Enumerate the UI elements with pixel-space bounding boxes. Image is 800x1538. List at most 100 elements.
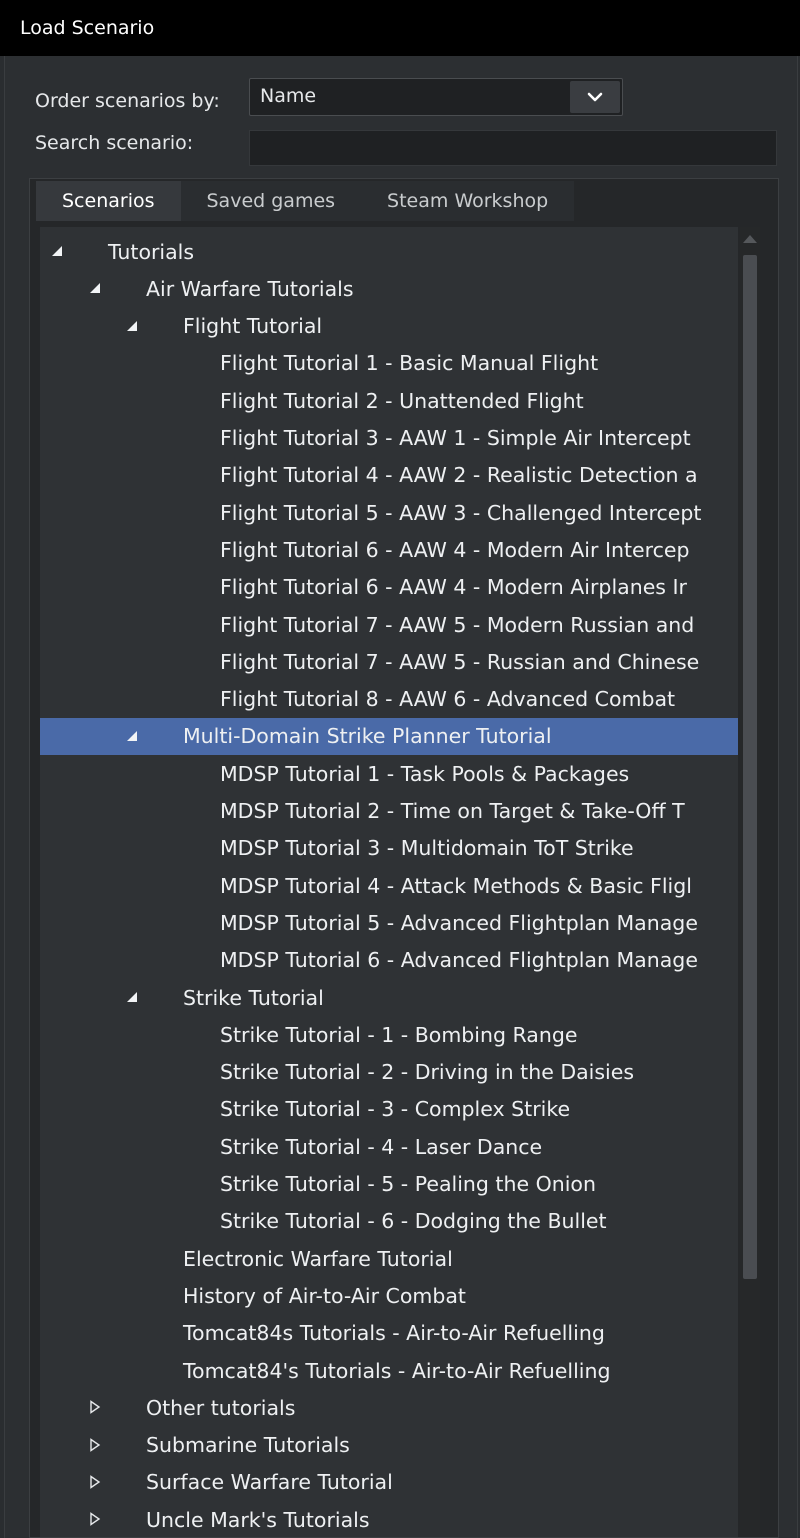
tree-item-label: Strike Tutorial - 3 - Complex Strike: [220, 1097, 571, 1122]
tree-item-label: Strike Tutorial - 4 - Laser Dance: [220, 1134, 543, 1159]
tree-item-label: Tutorials: [108, 239, 195, 264]
tab-bar: Scenarios Saved games Steam Workshop: [36, 181, 575, 223]
tree-item[interactable]: Air Warfare Tutorials: [40, 270, 738, 307]
tree-item[interactable]: Flight Tutorial: [40, 308, 738, 345]
tree-item-label: Electronic Warfare Tutorial: [183, 1246, 453, 1271]
tree-item[interactable]: Flight Tutorial 6 - AAW 4 - Modern Airpl…: [40, 569, 738, 606]
tree-item[interactable]: Multi-Domain Strike Planner Tutorial: [40, 717, 738, 755]
tree-item[interactable]: Other tutorials: [40, 1389, 738, 1426]
tree-item[interactable]: Flight Tutorial 7 - AAW 5 - Modern Russi…: [40, 606, 738, 643]
collapsed-triangle-icon[interactable]: [88, 1475, 102, 1489]
tree-item-label: MDSP Tutorial 1 - Task Pools & Packages: [220, 761, 630, 786]
tree-item[interactable]: MDSP Tutorial 1 - Task Pools & Packages: [40, 755, 738, 792]
scenario-tab-frame: Scenarios Saved games Steam Workshop Tut…: [29, 178, 779, 1538]
tree-item-label: Flight Tutorial 4 - AAW 2 - Realistic De…: [220, 463, 698, 488]
order-label: Order scenarios by:: [35, 90, 220, 112]
scroll-up-arrow-icon[interactable]: [743, 235, 757, 243]
tab-label: Saved games: [206, 190, 336, 212]
tree-item-label: Strike Tutorial - 2 - Driving in the Dai…: [220, 1060, 635, 1085]
tree-item-label: Flight Tutorial 7 - AAW 5 - Modern Russi…: [220, 612, 695, 637]
tree-item-label: Tomcat84s Tutorials - Air-to-Air Refuell…: [183, 1321, 605, 1346]
expanded-triangle-icon[interactable]: [125, 319, 139, 333]
tree-item-label: Flight Tutorial 3 - AAW 1 - Simple Air I…: [220, 426, 691, 450]
tree-item[interactable]: Flight Tutorial 6 - AAW 4 - Modern Air I…: [40, 531, 738, 568]
tree-item-label: History of Air-to-Air Combat: [183, 1283, 466, 1308]
search-input[interactable]: [249, 130, 777, 166]
tree-item-label: MDSP Tutorial 4 - Attack Methods & Basic…: [220, 873, 692, 898]
tree-item[interactable]: Tomcat84s Tutorials - Air-to-Air Refuell…: [40, 1315, 738, 1352]
tree-item-label: MDSP Tutorial 6 - Advanced Flightplan Ma…: [220, 948, 698, 973]
tree-item[interactable]: Flight Tutorial 2 - Unattended Flight: [40, 382, 738, 419]
tree-item[interactable]: MDSP Tutorial 6 - Advanced Flightplan Ma…: [40, 942, 738, 979]
tree-item[interactable]: Electronic Warfare Tutorial: [40, 1240, 738, 1277]
tree-item[interactable]: Flight Tutorial 1 - Basic Manual Flight: [40, 345, 738, 382]
tree-item[interactable]: Submarine Tutorials: [40, 1427, 738, 1464]
tree-item-label: Strike Tutorial - 5 - Pealing the Onion: [220, 1172, 596, 1196]
tree-item[interactable]: Strike Tutorial - 3 - Complex Strike: [40, 1091, 738, 1128]
collapsed-triangle-icon[interactable]: [88, 1400, 102, 1415]
tree-item[interactable]: Uncle Mark's Tutorials: [40, 1501, 738, 1537]
tree-item[interactable]: Tomcat84's Tutorials - Air-to-Air Refuel…: [40, 1352, 738, 1389]
collapsed-triangle-icon[interactable]: [88, 1512, 102, 1527]
tree-item-label: Other tutorials: [146, 1395, 296, 1420]
tree-item[interactable]: Strike Tutorial - 6 - Dodging the Bullet: [40, 1203, 738, 1240]
tree-scrollbar[interactable]: [740, 227, 760, 1537]
tree-item-label: Flight Tutorial 7 - AAW 5 - Russian and …: [220, 649, 700, 674]
load-scenario-panel: Order scenarios by: Name Search scenario…: [4, 56, 798, 1538]
tree-item-label: Flight Tutorial 6 - AAW 4 - Modern Air I…: [220, 537, 690, 562]
tree-item[interactable]: Tutorials: [40, 233, 738, 270]
chevron-down-icon: [587, 92, 603, 102]
window-titlebar: Load Scenario: [0, 0, 800, 56]
tab-scenarios[interactable]: Scenarios: [36, 181, 181, 221]
tree-item-label: Uncle Mark's Tutorials: [146, 1507, 370, 1532]
collapsed-triangle-icon[interactable]: [88, 1437, 102, 1452]
tree-item[interactable]: MDSP Tutorial 2 - Time on Target & Take-…: [40, 793, 738, 830]
tree-item-label: Strike Tutorial: [183, 985, 324, 1010]
tree-item[interactable]: Flight Tutorial 5 - AAW 3 - Challenged I…: [40, 494, 738, 531]
tab-saved-games[interactable]: Saved games: [180, 181, 362, 221]
tree-item-label: Strike Tutorial - 6 - Dodging the Bullet: [220, 1209, 607, 1234]
tree-item-label: Submarine Tutorials: [146, 1433, 350, 1458]
tree-item-label: Flight Tutorial 6 - AAW 4 - Modern Airpl…: [220, 575, 687, 600]
expanded-triangle-icon[interactable]: [125, 729, 139, 743]
tree-item[interactable]: MDSP Tutorial 4 - Attack Methods & Basic…: [40, 867, 738, 904]
expanded-triangle-icon[interactable]: [50, 244, 64, 258]
order-select-value: Name: [260, 85, 317, 107]
tree-item[interactable]: Flight Tutorial 7 - AAW 5 - Russian and …: [40, 643, 738, 680]
tree-item[interactable]: History of Air-to-Air Combat: [40, 1277, 738, 1314]
tree-item[interactable]: Flight Tutorial 8 - AAW 6 - Advanced Com…: [40, 681, 738, 718]
tree-item-label: Surface Warfare Tutorial: [146, 1470, 393, 1495]
order-select[interactable]: Name: [249, 78, 623, 116]
tree-item[interactable]: MDSP Tutorial 5 - Advanced Flightplan Ma…: [40, 904, 738, 941]
search-label: Search scenario:: [35, 132, 194, 154]
tree-item[interactable]: Strike Tutorial - 4 - Laser Dance: [40, 1128, 738, 1165]
tree-item-label: MDSP Tutorial 2 - Time on Target & Take-…: [220, 799, 685, 823]
tree-item-label: Flight Tutorial 1 - Basic Manual Flight: [220, 351, 599, 376]
tree-item[interactable]: Flight Tutorial 3 - AAW 1 - Simple Air I…: [40, 420, 738, 457]
tab-label: Scenarios: [62, 190, 155, 212]
tree-item[interactable]: MDSP Tutorial 3 - Multidomain ToT Strike: [40, 830, 738, 867]
tab-label: Steam Workshop: [387, 190, 549, 212]
scrollbar-thumb[interactable]: [743, 255, 757, 1279]
tree-item[interactable]: Strike Tutorial - 1 - Bombing Range: [40, 1016, 738, 1053]
scenario-tree: Tutorials Air Warfare Tutorials Flight Tut…: [40, 227, 738, 1537]
tree-item-label: Multi-Domain Strike Planner Tutorial: [183, 724, 552, 749]
tree-item-label: Air Warfare Tutorials: [146, 276, 354, 301]
tree-item[interactable]: Strike Tutorial: [40, 979, 738, 1016]
tree-item-label: Flight Tutorial 5 - AAW 3 - Challenged I…: [220, 500, 702, 525]
tab-steam-workshop[interactable]: Steam Workshop: [361, 181, 575, 221]
tree-item-label: Flight Tutorial: [183, 314, 323, 339]
expanded-triangle-icon[interactable]: [125, 990, 139, 1004]
expanded-triangle-icon[interactable]: [88, 281, 102, 295]
order-select-dropdown-button[interactable]: [570, 81, 620, 113]
tree-item[interactable]: Flight Tutorial 4 - AAW 2 - Realistic De…: [40, 457, 738, 494]
tree-item-label: Flight Tutorial 2 - Unattended Flight: [220, 388, 584, 413]
tree-item[interactable]: Surface Warfare Tutorial: [40, 1464, 738, 1501]
window-title: Load Scenario: [20, 17, 155, 39]
tree-item[interactable]: Strike Tutorial - 5 - Pealing the Onion: [40, 1166, 738, 1203]
tree-item-label: Strike Tutorial - 1 - Bombing Range: [220, 1022, 578, 1047]
tree-item[interactable]: Strike Tutorial - 2 - Driving in the Dai…: [40, 1054, 738, 1091]
tree-item-label: MDSP Tutorial 3 - Multidomain ToT Strike: [220, 836, 634, 861]
tree-item-label: Tomcat84's Tutorials - Air-to-Air Refuel…: [183, 1358, 611, 1383]
tree-item-label: Flight Tutorial 8 - AAW 6 - Advanced Com…: [220, 687, 676, 712]
